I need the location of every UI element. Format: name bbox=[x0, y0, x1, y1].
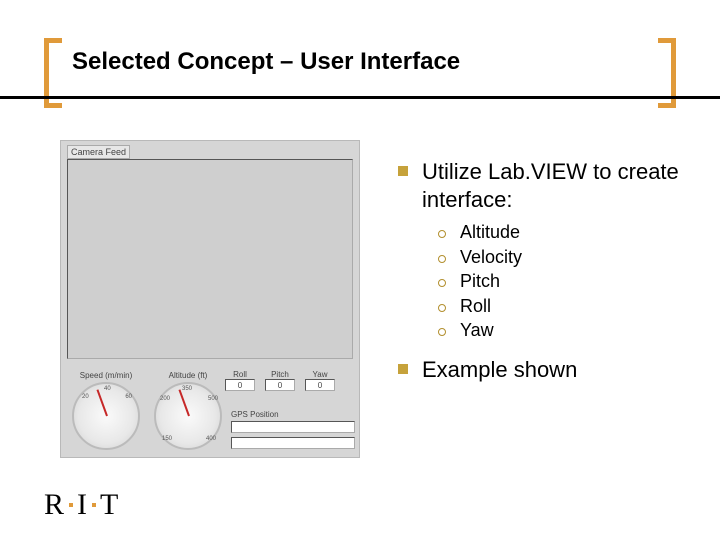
logo-r: R bbox=[44, 488, 65, 522]
altitude-gauge-block: Altitude (ft) 200 350 500 150 400 bbox=[149, 371, 227, 453]
dot-icon bbox=[92, 503, 96, 507]
circle-bullet-icon bbox=[438, 279, 446, 287]
speed-tick: 40 bbox=[104, 386, 111, 392]
roll-label: Roll bbox=[225, 370, 255, 379]
sub-bullet-text: Altitude bbox=[460, 221, 520, 244]
yaw-value: 0 bbox=[305, 379, 335, 391]
sub-bullet-text: Roll bbox=[460, 295, 491, 318]
title-bar: Selected Concept – User Interface bbox=[44, 40, 676, 100]
alt-tick: 350 bbox=[182, 386, 192, 392]
alt-tick: 150 bbox=[162, 436, 172, 442]
gps-line-2 bbox=[231, 437, 355, 449]
sub-bullet-text: Yaw bbox=[460, 319, 494, 342]
bullet-main-1: Utilize Lab.VIEW to create interface: bbox=[398, 158, 680, 213]
roll-value: 0 bbox=[225, 379, 255, 391]
circle-bullet-icon bbox=[438, 255, 446, 263]
camera-feed-area bbox=[67, 159, 353, 359]
sub-bullet-list: Altitude Velocity Pitch Roll Yaw bbox=[438, 221, 680, 342]
square-bullet-icon bbox=[398, 364, 408, 374]
yaw-label: Yaw bbox=[305, 370, 335, 379]
slide-title: Selected Concept – User Interface bbox=[72, 48, 460, 76]
bullet-main-2-text: Example shown bbox=[422, 356, 577, 384]
gps-line-1 bbox=[231, 421, 355, 433]
gps-label: GPS Position bbox=[231, 410, 355, 419]
altitude-gauge: 200 350 500 150 400 bbox=[154, 382, 222, 450]
attitude-fields: Roll 0 Pitch 0 Yaw 0 bbox=[225, 370, 335, 391]
slide: Selected Concept – User Interface Camera… bbox=[0, 0, 720, 540]
logo-t: T bbox=[100, 488, 119, 522]
speed-tick: 20 bbox=[82, 394, 89, 400]
altitude-gauge-label: Altitude (ft) bbox=[149, 371, 227, 380]
sub-bullet-text: Pitch bbox=[460, 270, 500, 293]
camera-feed-label: Camera Feed bbox=[67, 145, 130, 159]
rit-logo: R I T bbox=[44, 488, 119, 522]
circle-bullet-icon bbox=[438, 304, 446, 312]
sub-bullet: Velocity bbox=[438, 246, 680, 269]
divider bbox=[0, 96, 720, 99]
logo-i: I bbox=[77, 488, 88, 522]
pitch-label: Pitch bbox=[265, 370, 295, 379]
bullet-main-2: Example shown bbox=[398, 356, 680, 384]
sub-bullet: Altitude bbox=[438, 221, 680, 244]
sub-bullet-text: Velocity bbox=[460, 246, 522, 269]
pitch-field: Pitch 0 bbox=[265, 370, 295, 391]
dot-icon bbox=[69, 503, 73, 507]
alt-tick: 400 bbox=[206, 436, 216, 442]
speed-gauge-label: Speed (m/min) bbox=[67, 371, 145, 380]
gps-block: GPS Position bbox=[231, 410, 355, 453]
sub-bullet: Roll bbox=[438, 295, 680, 318]
speed-tick: 60 bbox=[125, 394, 132, 400]
sub-bullet: Yaw bbox=[438, 319, 680, 342]
needle-icon bbox=[96, 389, 107, 416]
sub-bullet: Pitch bbox=[438, 270, 680, 293]
speed-gauge: 20 40 60 bbox=[72, 382, 140, 450]
yaw-field: Yaw 0 bbox=[305, 370, 335, 391]
speed-gauge-block: Speed (m/min) 20 40 60 bbox=[67, 371, 145, 453]
pitch-value: 0 bbox=[265, 379, 295, 391]
alt-tick: 500 bbox=[208, 396, 218, 402]
roll-field: Roll 0 bbox=[225, 370, 255, 391]
bullet-list: Utilize Lab.VIEW to create interface: Al… bbox=[398, 158, 680, 391]
needle-icon bbox=[178, 389, 189, 416]
circle-bullet-icon bbox=[438, 328, 446, 336]
circle-bullet-icon bbox=[438, 230, 446, 238]
bullet-main-1-text: Utilize Lab.VIEW to create interface: bbox=[422, 158, 680, 213]
square-bullet-icon bbox=[398, 166, 408, 176]
labview-panel: Camera Feed Speed (m/min) 20 40 60 Altit… bbox=[60, 140, 360, 458]
alt-tick: 200 bbox=[160, 396, 170, 402]
